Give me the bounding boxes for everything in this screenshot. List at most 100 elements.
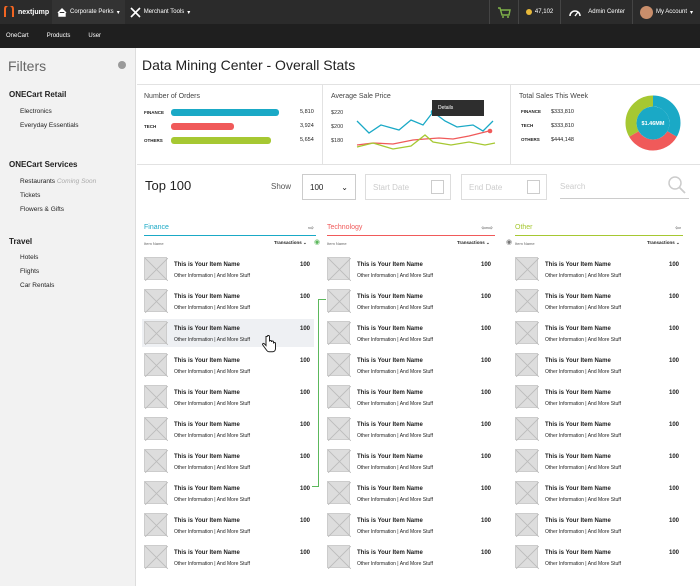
end-date-input[interactable]: End Date xyxy=(461,174,547,200)
list-item-other[interactable]: This is Your Item Name Other Information … xyxy=(513,543,683,571)
list-item-other[interactable]: This is Your Item Name Other Information … xyxy=(513,255,683,283)
list-item-other[interactable]: This is Your Item Name Other Information … xyxy=(513,287,683,315)
expand-arrow-icon[interactable]: ⇨ xyxy=(308,224,314,232)
brand-logo[interactable]: nextjump xyxy=(0,6,52,18)
eye-icon[interactable]: ◉ xyxy=(314,238,320,246)
transactions-sort-other[interactable]: Transactions ⌄ xyxy=(647,240,680,246)
transactions-sort-finance[interactable]: Transactions ⌄ xyxy=(274,240,307,246)
my-account-menu[interactable]: My Account ▾ xyxy=(631,0,700,24)
total-sales-donut-chart[interactable]: $1.46MM xyxy=(623,93,683,153)
item-info: Other Information | And More Stuff xyxy=(545,561,621,567)
filter-item-restaurants[interactable]: Restaurants Coming Soon xyxy=(20,178,96,185)
search-input[interactable]: Search xyxy=(560,173,689,199)
subnav-onecart[interactable]: OneCart xyxy=(6,33,29,39)
item-image-placeholder xyxy=(144,353,168,377)
item-image-placeholder xyxy=(327,417,351,441)
filter-item-tickets[interactable]: Tickets xyxy=(20,192,40,199)
list-item-technology[interactable]: This is Your Item Name Other Information … xyxy=(325,383,495,411)
item-image-placeholder xyxy=(515,513,539,537)
list-item-technology[interactable]: This is Your Item Name Other Information … xyxy=(325,479,495,507)
points-balance[interactable]: 47,102 xyxy=(517,0,560,24)
show-count-select[interactable]: 100 ⌄ xyxy=(302,174,356,200)
expand-arrows-icon[interactable]: ⇦⇨ xyxy=(481,224,493,232)
column-title-finance[interactable]: Finance ⇨ xyxy=(144,224,316,234)
list-item-finance[interactable]: This is Your Item Name Other Information … xyxy=(142,319,314,347)
filter-item-flowers-gifts[interactable]: Flowers & Gifts xyxy=(20,206,64,213)
item-info: Other Information | And More Stuff xyxy=(357,497,433,503)
list-item-technology[interactable]: This is Your Item Name Other Information … xyxy=(325,415,495,443)
list-item-technology[interactable]: This is Your Item Name Other Information … xyxy=(325,255,495,283)
chevron-down-icon: ▾ xyxy=(187,9,191,16)
sale-price-marker-tech[interactable] xyxy=(487,128,493,134)
list-item-technology[interactable]: This is Your Item Name Other Information … xyxy=(325,319,495,347)
cart-button[interactable] xyxy=(488,0,518,24)
total-sales-value-others: $444,148 xyxy=(551,137,574,143)
list-item-technology[interactable]: This is Your Item Name Other Information … xyxy=(325,447,495,475)
list-item-finance[interactable]: This is Your Item Name Other Information … xyxy=(142,255,314,283)
orders-bar-tech[interactable] xyxy=(171,122,234,130)
transactions-sort-technology[interactable]: Transactions ⌄ xyxy=(457,240,490,246)
chevron-down-icon: ▾ xyxy=(689,9,693,16)
subnav-user[interactable]: User xyxy=(88,33,101,39)
item-info: Other Information | And More Stuff xyxy=(357,337,433,343)
orders-bar-others[interactable] xyxy=(171,136,271,144)
sale-price-line-others[interactable] xyxy=(356,134,496,150)
nav-merchant-tools-label: Merchant Tools xyxy=(143,9,185,15)
calendar-icon[interactable] xyxy=(431,180,444,194)
expand-arrow-icon[interactable]: ⇦ xyxy=(675,224,681,232)
filter-item-hotels[interactable]: Hotels xyxy=(20,254,38,261)
list-item-finance[interactable]: This is Your Item Name Other Information … xyxy=(142,383,314,411)
filter-group-title-travel: Travel xyxy=(9,237,33,246)
sale-price-line-chart[interactable] xyxy=(323,85,511,165)
item-info: Other Information | And More Stuff xyxy=(357,433,433,439)
list-item-finance[interactable]: This is Your Item Name Other Information … xyxy=(142,415,314,443)
list-item-other[interactable]: This is Your Item Name Other Information … xyxy=(513,511,683,539)
calendar-icon[interactable] xyxy=(527,180,540,194)
list-item-finance[interactable]: This is Your Item Name Other Information … xyxy=(142,543,314,571)
eye-icon[interactable]: ◉ xyxy=(506,238,512,246)
list-item-other[interactable]: This is Your Item Name Other Information … xyxy=(513,479,683,507)
item-name: This is Your Item Name xyxy=(174,422,240,428)
search-icon[interactable] xyxy=(667,175,687,195)
list-item-finance[interactable]: This is Your Item Name Other Information … xyxy=(142,511,314,539)
item-name: This is Your Item Name xyxy=(357,358,423,364)
subnav-products[interactable]: Products xyxy=(47,33,71,39)
item-name-header-finance: Item Name xyxy=(144,241,164,246)
start-date-input[interactable]: Start Date xyxy=(365,174,451,200)
item-transactions: 100 xyxy=(668,454,679,460)
column-title-technology[interactable]: Technology ⇦⇨ xyxy=(327,224,495,234)
nav-corporate-perks[interactable]: Corporate Perks ▾ xyxy=(52,0,125,24)
admin-center-link[interactable]: Admin Center xyxy=(560,0,632,24)
list-item-technology[interactable]: This is Your Item Name Other Information … xyxy=(325,351,495,379)
details-tooltip[interactable]: Details xyxy=(432,100,484,116)
filter-item-everyday-essentials[interactable]: Everyday Essentials xyxy=(20,122,79,129)
nav-merchant-tools[interactable]: Merchant Tools ▾ xyxy=(125,0,196,24)
list-item-other[interactable]: This is Your Item Name Other Information … xyxy=(513,447,683,475)
item-transactions: 100 xyxy=(668,518,679,524)
list-item-other[interactable]: This is Your Item Name Other Information … xyxy=(513,319,683,347)
list-item-finance[interactable]: This is Your Item Name Other Information … xyxy=(142,447,314,475)
list-item-technology[interactable]: This is Your Item Name Other Information … xyxy=(325,511,495,539)
list-item-finance[interactable]: This is Your Item Name Other Information … xyxy=(142,287,314,315)
item-transactions: 100 xyxy=(480,550,491,556)
collapse-filters-icon[interactable] xyxy=(118,61,126,69)
list-item-finance[interactable]: This is Your Item Name Other Information … xyxy=(142,351,314,379)
filter-item-car-rentals[interactable]: Car Rentals xyxy=(20,282,54,289)
item-name: This is Your Item Name xyxy=(174,262,240,268)
item-transactions: 100 xyxy=(299,550,310,556)
list-item-other[interactable]: This is Your Item Name Other Information … xyxy=(513,415,683,443)
item-name-header-technology: Item Name xyxy=(327,241,347,246)
list-item-technology[interactable]: This is Your Item Name Other Information … xyxy=(325,287,495,315)
filter-item-electronics[interactable]: Electronics xyxy=(20,108,52,115)
sale-price-line-tech[interactable] xyxy=(356,130,490,146)
list-item-other[interactable]: This is Your Item Name Other Information … xyxy=(513,351,683,379)
item-transactions: 100 xyxy=(668,294,679,300)
column-title-other[interactable]: Other ⇦ xyxy=(515,224,683,234)
filter-item-flights[interactable]: Flights xyxy=(20,268,39,275)
list-item-finance[interactable]: This is Your Item Name Other Information … xyxy=(142,479,314,507)
orders-bar-finance[interactable] xyxy=(171,108,279,116)
list-item-other[interactable]: This is Your Item Name Other Information … xyxy=(513,383,683,411)
list-item-technology[interactable]: This is Your Item Name Other Information … xyxy=(325,543,495,571)
item-info: Other Information | And More Stuff xyxy=(545,305,621,311)
item-name: This is Your Item Name xyxy=(357,486,423,492)
